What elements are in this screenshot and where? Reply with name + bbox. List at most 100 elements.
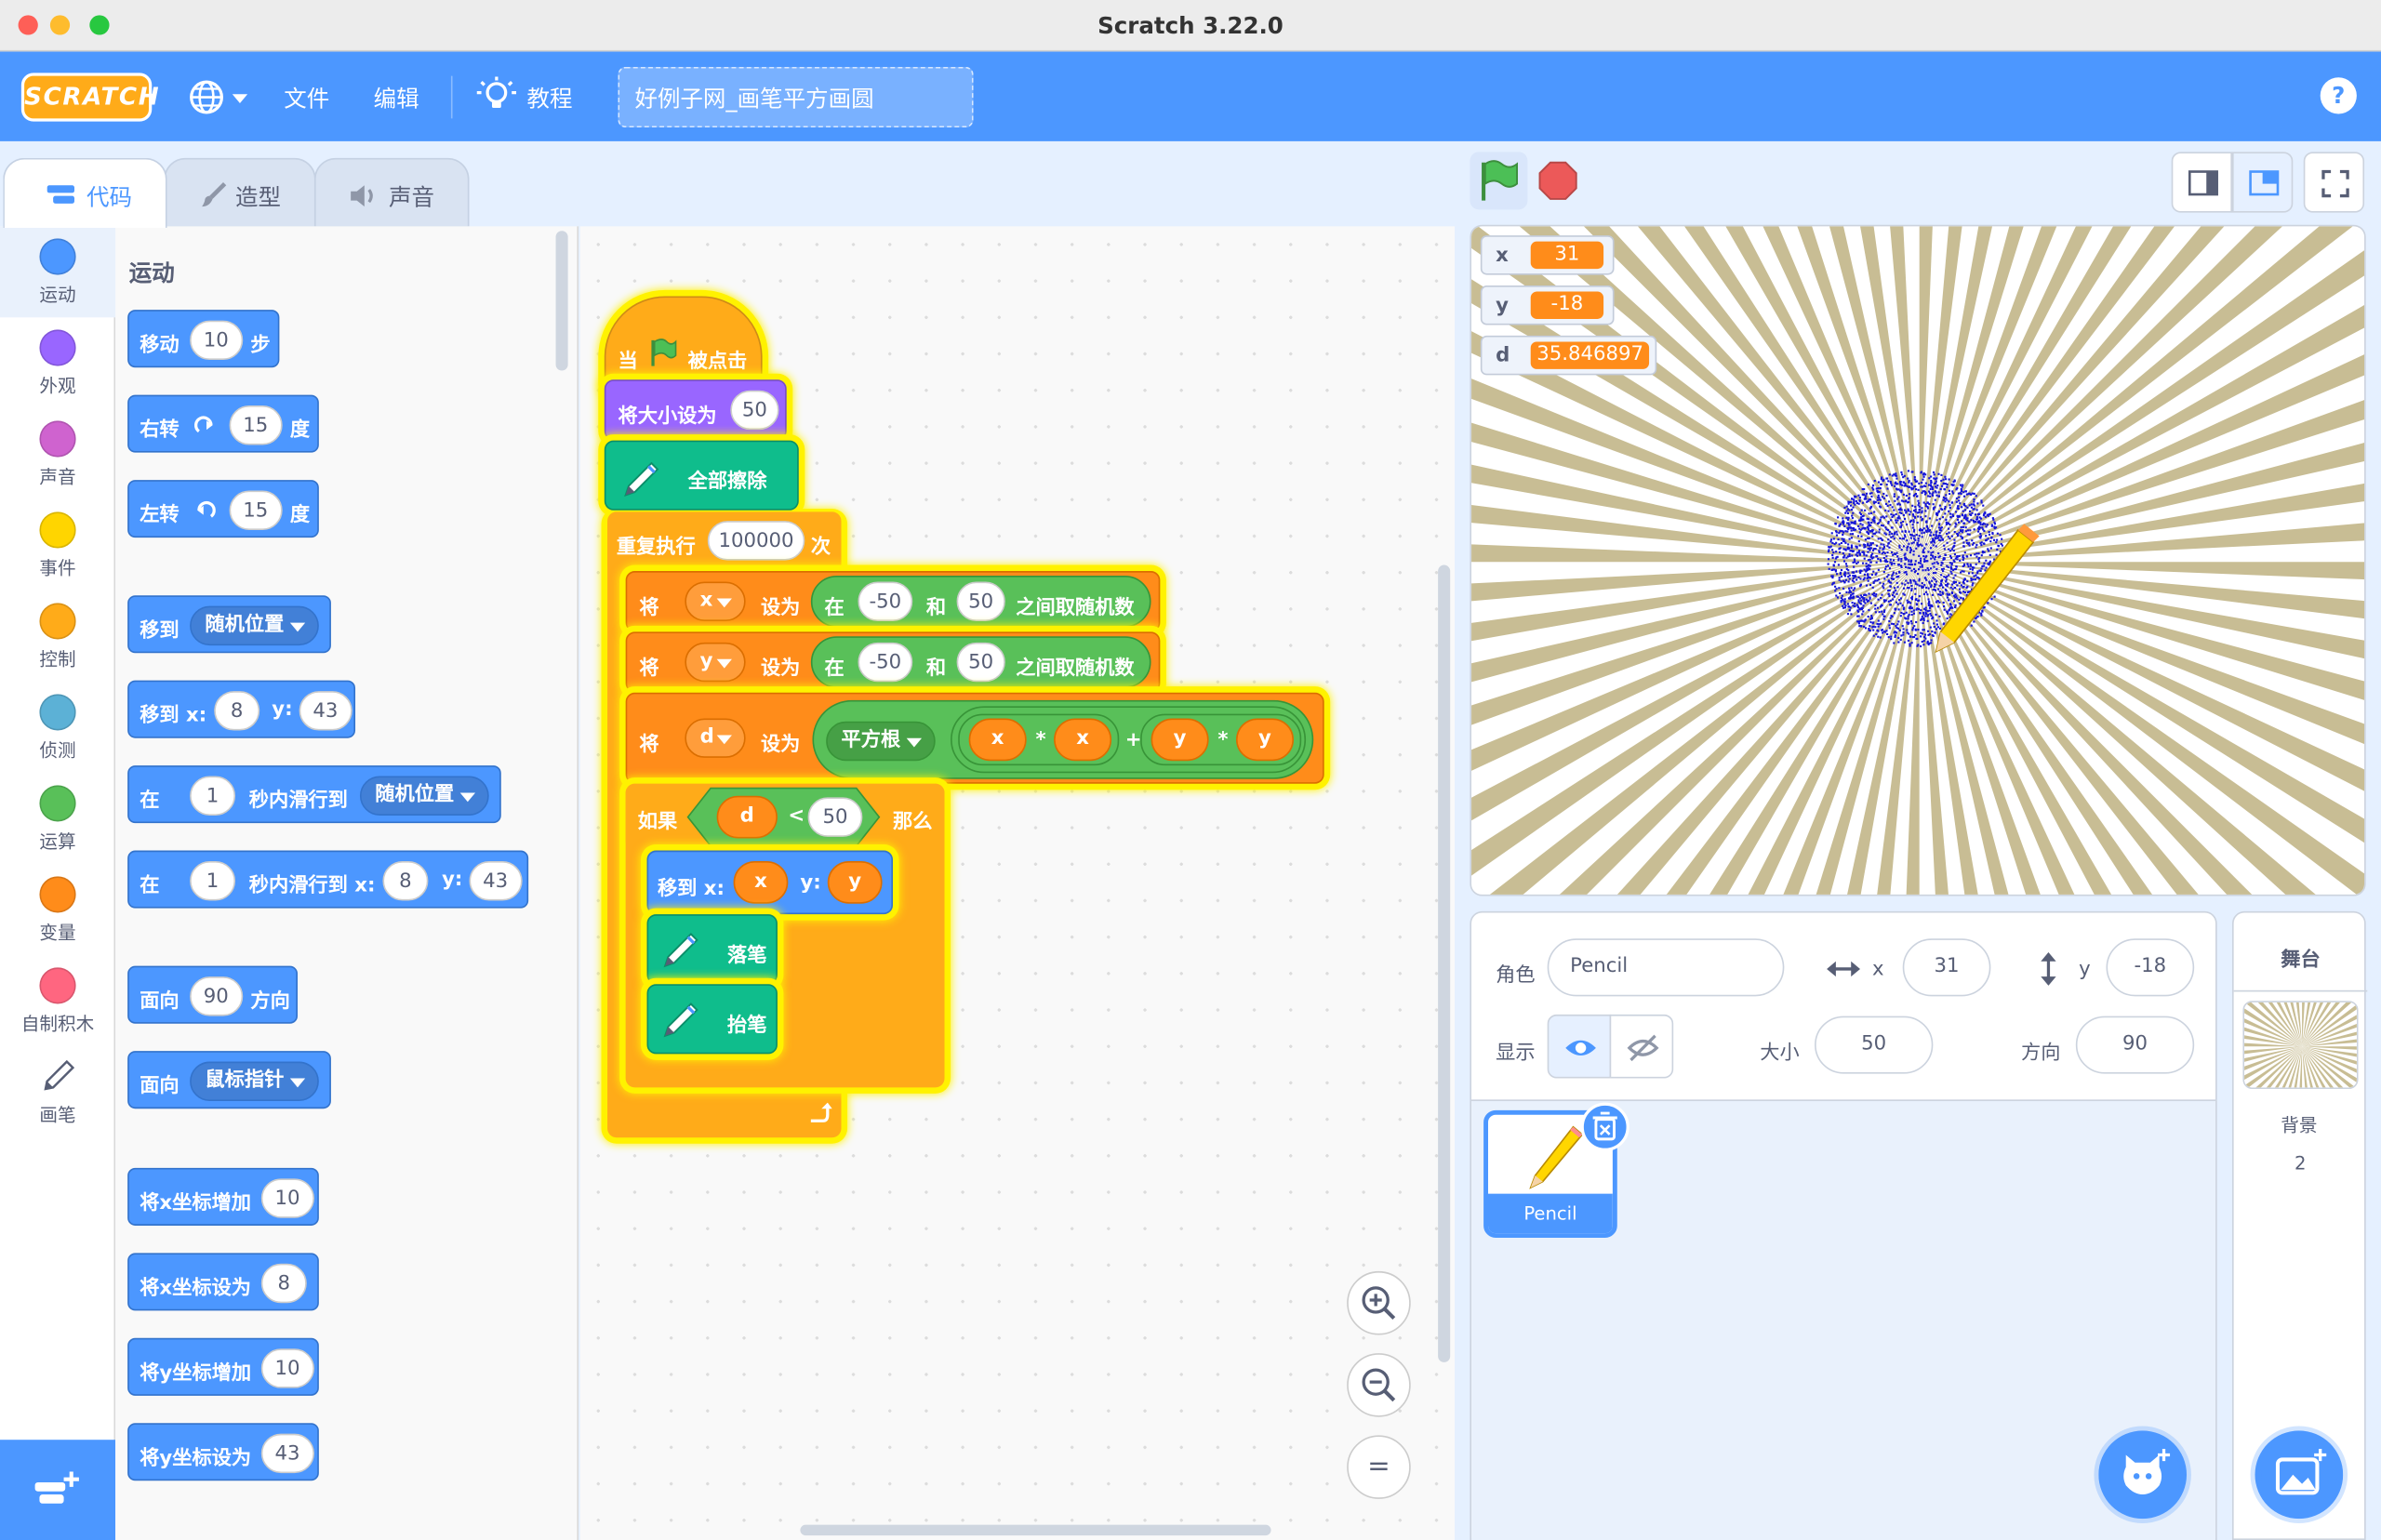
zoom-out-button[interactable]	[1347, 1353, 1411, 1417]
category-control[interactable]: 控制	[0, 591, 115, 682]
category-variables[interactable]: 变量	[0, 864, 115, 955]
change-y-block[interactable]: 将y坐标增加 10	[127, 1337, 319, 1396]
tutorials-button[interactable]: 教程	[476, 76, 583, 115]
fullscreen-button[interactable]	[2303, 152, 2365, 213]
random-to-input[interactable]: 50	[956, 581, 1005, 621]
glide-to-block[interactable]: 在 1 秒内滑行到 随机位置	[127, 765, 501, 824]
point-towards-block[interactable]: 面向 鼠标指针	[127, 1051, 331, 1109]
dx-input[interactable]: 10	[260, 1178, 314, 1218]
sprite-name-input[interactable]: Pencil	[1547, 938, 1785, 997]
seconds-input[interactable]: 1	[190, 860, 236, 901]
edit-menu[interactable]: 编辑	[374, 82, 419, 113]
degrees-input[interactable]: 15	[229, 490, 282, 530]
multiply-operator-block[interactable]: y * y	[1140, 713, 1302, 766]
random-from-input[interactable]: -50	[858, 642, 913, 683]
random-operator-block[interactable]: 在 -50 和 50 之间取随机数	[810, 575, 1151, 628]
y-reporter[interactable]: y	[827, 860, 883, 904]
repeat-count-input[interactable]: 100000	[707, 521, 805, 561]
direction-input[interactable]: 90	[2075, 1016, 2195, 1074]
erase-all-block[interactable]: 全部擦除	[604, 440, 799, 511]
category-motion[interactable]: 运动	[0, 226, 116, 318]
add-extension-button[interactable]	[0, 1440, 116, 1540]
x-position-input[interactable]: 31	[1902, 938, 1991, 997]
math-function-dropdown[interactable]: 平方根	[826, 721, 936, 762]
pen-down-block[interactable]: 落笔	[646, 914, 778, 985]
category-pen[interactable]: 画笔	[0, 1046, 115, 1137]
tab-code[interactable]: 代码	[3, 157, 167, 228]
y-input[interactable]: 43	[469, 860, 522, 901]
y-reporter[interactable]: y	[1235, 718, 1295, 762]
set-variable-y-block[interactable]: 将 y 设为 在 -50 和 50 之间取随机数	[625, 631, 1161, 693]
glide-target-dropdown[interactable]: 随机位置	[359, 776, 489, 816]
language-menu[interactable]	[188, 79, 255, 115]
script-horizontal-scrollbar[interactable]	[800, 1524, 1271, 1536]
category-my-blocks[interactable]: 自制积木	[0, 955, 115, 1046]
variable-dropdown[interactable]: x	[685, 581, 746, 621]
go-to-block[interactable]: 移到 随机位置	[127, 595, 331, 654]
point-in-direction-block[interactable]: 面向 90 方向	[127, 965, 298, 1024]
repeat-header[interactable]: 重复执行 100000 次	[607, 511, 842, 573]
stage-canvas[interactable]: x 31 y -18 d 35.846897	[1470, 224, 2366, 896]
set-size-block[interactable]: 将大小设为 50	[604, 379, 787, 441]
multiply-operator-block[interactable]: x * x	[958, 713, 1120, 766]
x-input[interactable]: 8	[260, 1263, 307, 1304]
category-sensing[interactable]: 侦测	[0, 682, 115, 773]
zoom-reset-button[interactable]: =	[1347, 1435, 1411, 1499]
x-reporter[interactable]: x	[968, 718, 1027, 762]
y-input[interactable]: 43	[299, 691, 352, 731]
hide-sprite-button[interactable]	[1609, 1014, 1674, 1079]
help-button[interactable]: ?	[2320, 77, 2357, 114]
change-x-block[interactable]: 将x坐标增加 10	[127, 1167, 319, 1226]
choose-backdrop-button[interactable]	[2255, 1430, 2344, 1520]
script-vertical-scrollbar[interactable]	[1438, 564, 1451, 1362]
glide-to-xy-block[interactable]: 在 1 秒内滑行到 x: 8 y: 43	[127, 850, 529, 909]
if-header[interactable]: 如果 d < 50 那么	[625, 783, 945, 851]
goto-target-dropdown[interactable]: 随机位置	[190, 605, 319, 646]
pen-up-block[interactable]: 抬笔	[646, 984, 778, 1055]
random-operator-block[interactable]: 在 -50 和 50 之间取随机数	[810, 636, 1151, 688]
file-menu[interactable]: 文件	[284, 82, 329, 113]
x-reporter[interactable]: x	[1054, 718, 1112, 762]
x-input[interactable]: 8	[382, 860, 429, 901]
size-input[interactable]: 50	[1815, 1016, 1934, 1074]
y-position-input[interactable]: -18	[2106, 938, 2195, 997]
palette-scrollbar[interactable]	[555, 231, 568, 371]
variable-dropdown[interactable]: y	[685, 642, 746, 683]
compare-value-input[interactable]: 50	[807, 797, 863, 837]
dy-input[interactable]: 10	[260, 1348, 314, 1388]
category-sound[interactable]: 声音	[0, 408, 115, 499]
category-events[interactable]: 事件	[0, 499, 115, 591]
project-title-input[interactable]: 好例子网_画笔平方画圆	[618, 66, 974, 128]
seconds-input[interactable]: 1	[190, 776, 236, 816]
turn-right-block[interactable]: 右转 15 度	[127, 394, 319, 453]
zoom-in-button[interactable]	[1347, 1270, 1411, 1335]
backdrop-thumbnail[interactable]	[2242, 1001, 2359, 1089]
steps-input[interactable]: 10	[190, 320, 243, 361]
variable-dropdown[interactable]: d	[685, 718, 746, 758]
y-input[interactable]: 43	[260, 1433, 314, 1474]
d-reporter[interactable]: d	[716, 795, 778, 839]
set-y-block[interactable]: 将y坐标设为 43	[127, 1423, 319, 1481]
variable-monitor-y[interactable]: y -18	[1480, 285, 1615, 325]
delete-sprite-button[interactable]	[1580, 1102, 1629, 1151]
point-target-dropdown[interactable]: 鼠标指针	[190, 1061, 319, 1102]
x-input[interactable]: 8	[214, 691, 260, 731]
add-operator-block[interactable]: x * x + y * y	[951, 706, 1307, 774]
variable-monitor-x[interactable]: x 31	[1480, 235, 1615, 275]
set-variable-x-block[interactable]: 将 x 设为 在 -50 和 50 之间取随机数	[625, 571, 1161, 632]
tab-sounds[interactable]: 声音	[313, 157, 470, 228]
scratch-logo[interactable]: SCRATCH	[20, 73, 159, 122]
set-x-block[interactable]: 将x坐标设为 8	[127, 1253, 319, 1311]
degrees-input[interactable]: 15	[229, 405, 282, 445]
turn-left-block[interactable]: 左转 15 度	[127, 480, 319, 538]
tab-costumes[interactable]: 造型	[164, 157, 316, 228]
random-to-input[interactable]: 50	[956, 642, 1005, 683]
sqrt-operator-block[interactable]: 平方根 x * x + y * y	[812, 699, 1314, 779]
variable-monitor-d[interactable]: d 35.846897	[1480, 335, 1657, 376]
random-from-input[interactable]: -50	[858, 581, 913, 621]
move-steps-block[interactable]: 移动 10 步	[127, 310, 280, 368]
size-input[interactable]: 50	[730, 390, 779, 431]
category-looks[interactable]: 外观	[0, 317, 115, 408]
x-reporter[interactable]: x	[733, 860, 789, 904]
script-area[interactable]: 当 被点击 将大小设为 50 全部擦除 重复执行 100000 次 将 x 设为…	[579, 226, 1456, 1540]
